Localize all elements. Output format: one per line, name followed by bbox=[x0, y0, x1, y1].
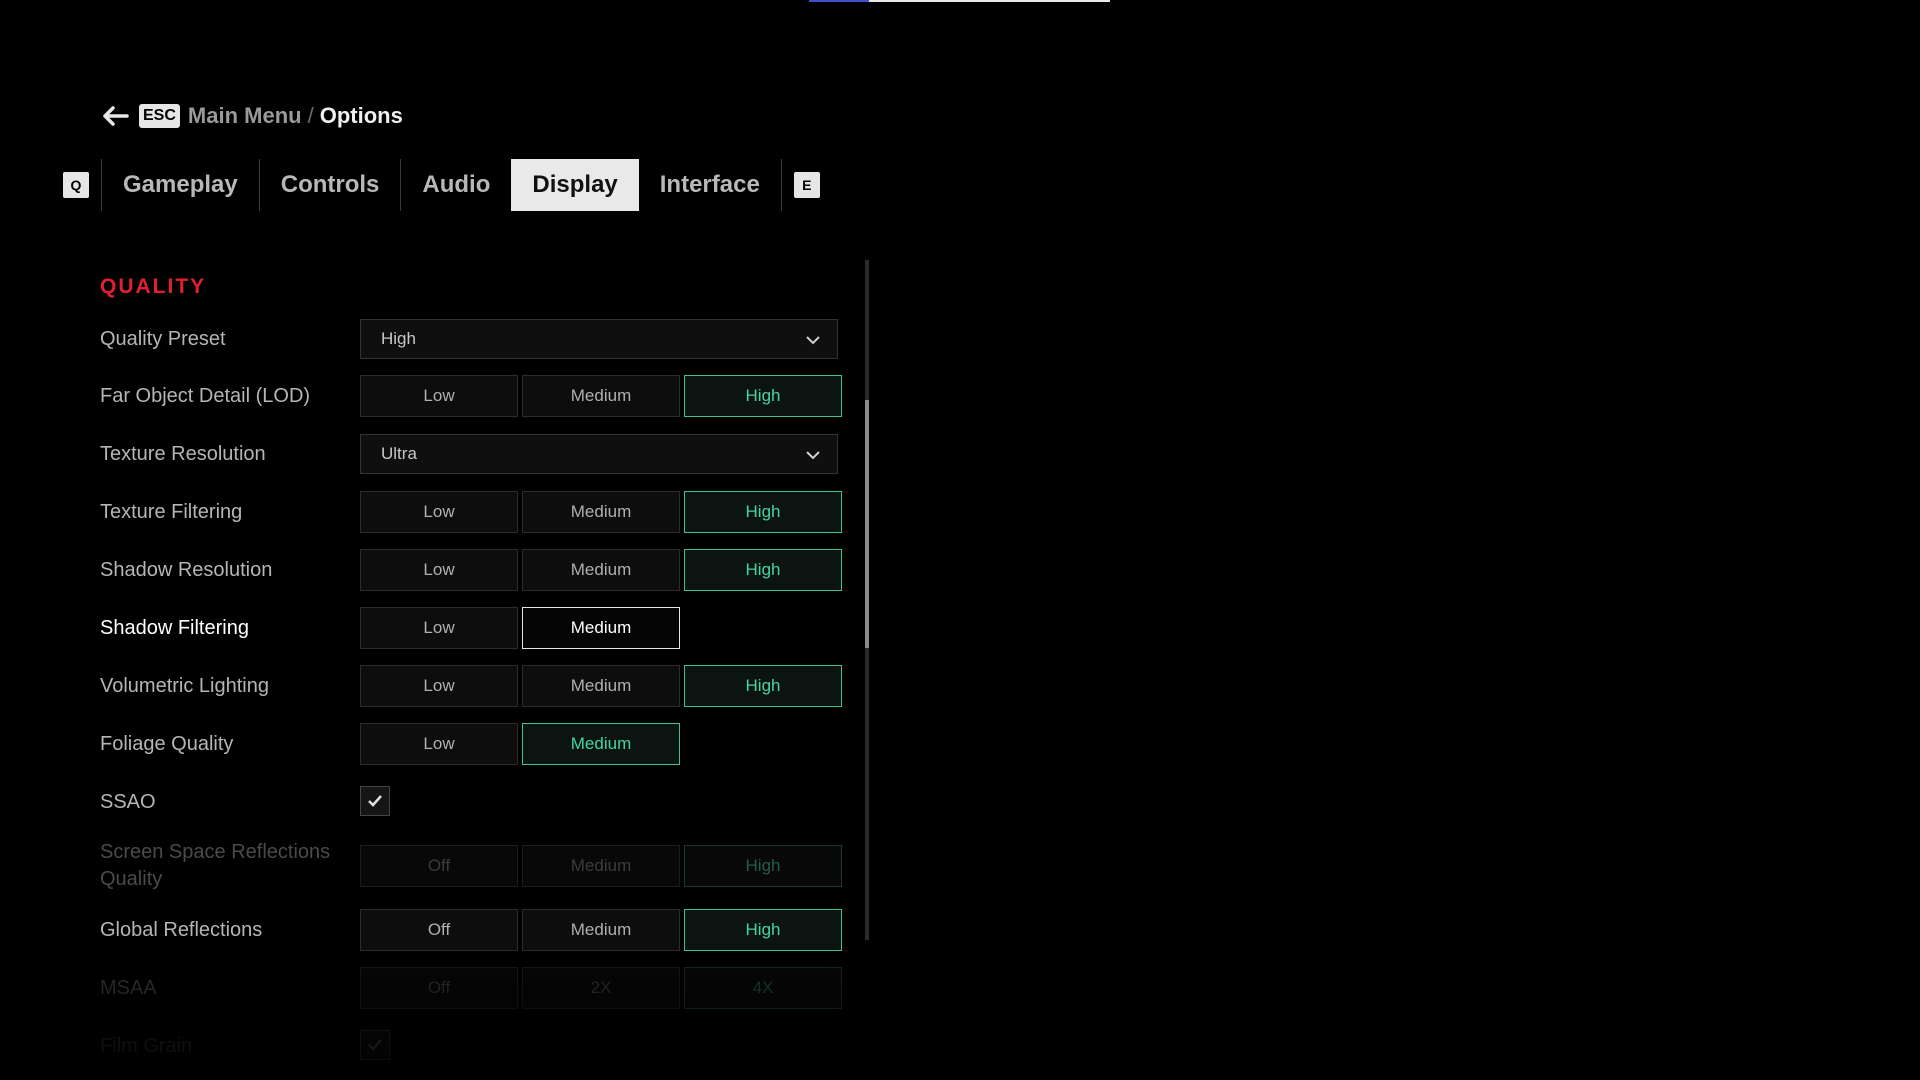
breadcrumb: ESC Main Menu / Options bbox=[101, 100, 403, 132]
top-progress-blue bbox=[809, 0, 869, 2]
option-off[interactable]: Off bbox=[360, 967, 518, 1009]
setting-label: Far Object Detail (LOD) bbox=[100, 384, 311, 407]
tab-display[interactable]: Display bbox=[511, 159, 639, 211]
setting-row-lod: Far Object Detail (LOD) bbox=[100, 375, 360, 417]
setting-label-line2: Quality bbox=[100, 868, 163, 890]
option-high[interactable]: High bbox=[684, 665, 842, 707]
texture-filtering-options: Low Medium High bbox=[360, 491, 842, 533]
shadow-filtering-options: Low Medium bbox=[360, 607, 680, 649]
ssr-quality-options: Off Medium High bbox=[360, 845, 842, 887]
chevron-down-icon bbox=[806, 451, 820, 460]
option-low[interactable]: Low bbox=[360, 723, 518, 765]
checkmark-icon bbox=[368, 1039, 382, 1051]
option-low[interactable]: Low bbox=[360, 607, 518, 649]
section-title-quality: QUALITY bbox=[100, 275, 207, 298]
option-4x[interactable]: 4X bbox=[684, 967, 842, 1009]
setting-row-msaa: MSAA bbox=[100, 967, 360, 1009]
option-high[interactable]: High bbox=[684, 491, 842, 533]
breadcrumb-current: Options bbox=[319, 103, 403, 128]
top-progress-white bbox=[869, 0, 1110, 2]
option-high[interactable]: High bbox=[684, 549, 842, 591]
setting-row-shadow-filtering: Shadow Filtering bbox=[100, 607, 360, 649]
tab-gameplay[interactable]: Gameplay bbox=[102, 159, 259, 211]
setting-row-volumetric-lighting: Volumetric Lighting bbox=[100, 665, 360, 707]
setting-row-film-grain: Film Grain bbox=[100, 1025, 360, 1067]
setting-row-shadow-resolution: Shadow Resolution bbox=[100, 549, 360, 591]
setting-label: Shadow Resolution bbox=[100, 558, 273, 581]
option-off[interactable]: Off bbox=[360, 909, 518, 951]
option-medium[interactable]: Medium bbox=[522, 607, 680, 649]
prev-tab-key[interactable]: Q bbox=[63, 172, 89, 198]
global-reflections-options: Off Medium High bbox=[360, 909, 842, 951]
back-arrow-icon[interactable] bbox=[101, 105, 129, 127]
tab-divider bbox=[780, 159, 782, 211]
setting-row-texture-filtering: Texture Filtering bbox=[100, 491, 360, 533]
texture-resolution-dropdown[interactable]: Ultra bbox=[360, 434, 838, 474]
lod-options: Low Medium High bbox=[360, 375, 842, 417]
breadcrumb-separator: / bbox=[307, 103, 314, 128]
setting-label: Texture Resolution bbox=[100, 442, 266, 465]
msaa-options: Off 2X 4X bbox=[360, 967, 842, 1009]
tab-audio[interactable]: Audio bbox=[401, 159, 511, 211]
setting-label: Foliage Quality bbox=[100, 732, 234, 755]
next-tab-key[interactable]: E bbox=[793, 172, 820, 198]
option-medium[interactable]: Medium bbox=[522, 665, 680, 707]
option-medium[interactable]: Medium bbox=[522, 549, 680, 591]
setting-row-global-reflections: Global Reflections bbox=[100, 909, 360, 951]
option-medium[interactable]: Medium bbox=[522, 723, 680, 765]
option-low[interactable]: Low bbox=[360, 491, 518, 533]
esc-key-badge: ESC bbox=[139, 104, 180, 128]
dropdown-value: High bbox=[381, 329, 416, 348]
film-grain-checkbox[interactable] bbox=[360, 1030, 390, 1060]
option-low[interactable]: Low bbox=[360, 549, 518, 591]
setting-label: Shadow Filtering bbox=[100, 616, 249, 639]
setting-label: Global Reflections bbox=[100, 918, 263, 941]
ssao-checkbox[interactable] bbox=[360, 786, 390, 816]
setting-label: SSAO bbox=[100, 790, 156, 813]
chevron-down-icon bbox=[806, 336, 820, 345]
checkmark-icon bbox=[368, 795, 382, 807]
foliage-quality-options: Low Medium bbox=[360, 723, 680, 765]
setting-row-texture-resolution: Texture Resolution bbox=[100, 433, 360, 475]
settings-list[interactable]: QUALITY Quality Preset High Far Object D… bbox=[0, 240, 880, 1080]
option-low[interactable]: Low bbox=[360, 375, 518, 417]
setting-label-line1: Screen Space Reflections bbox=[100, 841, 331, 863]
options-tabs: Q Gameplay Controls Audio Display Interf… bbox=[63, 159, 820, 211]
breadcrumb-main-menu[interactable]: Main Menu bbox=[188, 103, 302, 129]
shadow-resolution-options: Low Medium High bbox=[360, 549, 842, 591]
volumetric-lighting-options: Low Medium High bbox=[360, 665, 842, 707]
option-medium[interactable]: Medium bbox=[522, 909, 680, 951]
tab-interface[interactable]: Interface bbox=[639, 159, 781, 211]
option-low[interactable]: Low bbox=[360, 665, 518, 707]
setting-label: Screen Space Reflections Quality bbox=[100, 839, 360, 893]
setting-row-ssao: SSAO bbox=[100, 781, 360, 823]
option-medium[interactable]: Medium bbox=[522, 491, 680, 533]
setting-label: MSAA bbox=[100, 976, 157, 999]
option-2x[interactable]: 2X bbox=[522, 967, 680, 1009]
setting-label: Texture Filtering bbox=[100, 500, 243, 523]
scrollbar-thumb[interactable] bbox=[865, 400, 869, 648]
setting-row-ssr-quality: Screen Space Reflections Quality bbox=[100, 838, 360, 894]
setting-label: Film Grain bbox=[100, 1034, 193, 1057]
quality-preset-dropdown[interactable]: High bbox=[360, 319, 838, 359]
option-medium: Medium bbox=[522, 845, 680, 887]
option-high[interactable]: High bbox=[684, 375, 842, 417]
option-medium[interactable]: Medium bbox=[522, 375, 680, 417]
setting-row-quality-preset: Quality Preset bbox=[100, 318, 360, 360]
setting-label: Quality Preset bbox=[100, 327, 226, 350]
setting-row-foliage-quality: Foliage Quality bbox=[100, 723, 360, 765]
dropdown-value: Ultra bbox=[381, 444, 417, 463]
option-high: High bbox=[684, 845, 842, 887]
option-high[interactable]: High bbox=[684, 909, 842, 951]
tab-controls[interactable]: Controls bbox=[260, 159, 401, 211]
option-off: Off bbox=[360, 845, 518, 887]
setting-label: Volumetric Lighting bbox=[100, 674, 269, 697]
